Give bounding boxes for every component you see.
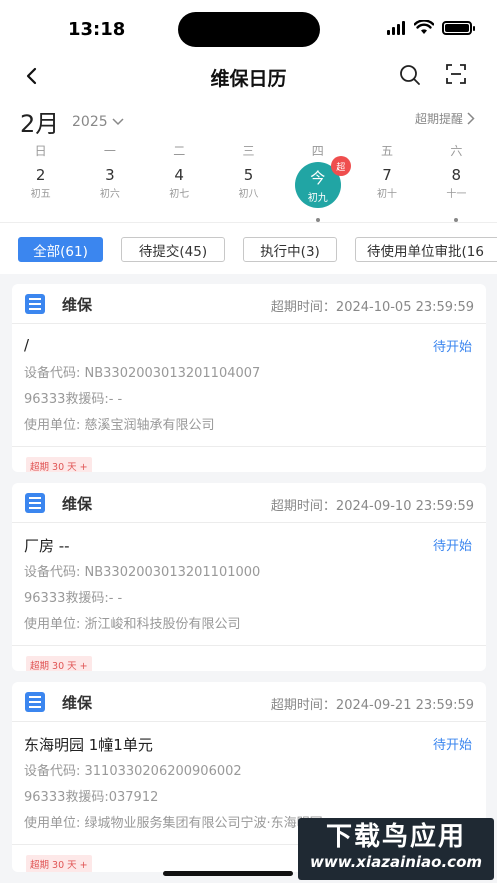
list-icon xyxy=(25,294,45,314)
card-header: 维保 超期时间：2024-09-21 23:59:59 xyxy=(12,682,486,722)
weekday-label: 日 xyxy=(34,144,47,158)
filter-chip-pending-submit[interactable]: 待提交(45) xyxy=(121,237,225,262)
filter-chip-pending-approval[interactable]: 待使用单位审批(16 xyxy=(355,237,497,262)
day-number: 2 xyxy=(35,166,46,184)
using-unit: 使用单位: 慈溪宝润轴承有限公司 xyxy=(24,418,215,433)
weekday-row: 日 一 二 三 四 五 六 xyxy=(6,142,491,159)
signal-icon xyxy=(387,20,405,35)
card-status: 待开始 xyxy=(432,539,472,554)
calendar-day[interactable]: 5 初八 xyxy=(214,162,283,214)
page-title: 维保日历 xyxy=(210,68,287,90)
day-number: 4 xyxy=(174,166,184,184)
calendar-day[interactable]: 2 初五 xyxy=(6,162,75,214)
card-body: 厂房 -- 待开始 设备代码: NB3302003013201101000 96… xyxy=(12,523,486,639)
filter-chip-all[interactable]: 全部(61) xyxy=(18,237,103,262)
card-body: / 待开始 设备代码: NB3302003013201104007 96333救… xyxy=(12,324,486,440)
scan-icon[interactable] xyxy=(445,63,467,85)
card-location: 东海明园 1幢1单元 xyxy=(24,736,153,754)
overdue-reminder-link[interactable]: 超期提醒 xyxy=(415,110,475,127)
weekday-label: 六 xyxy=(450,144,463,158)
card-footer: 超期 30 天 + xyxy=(12,645,486,671)
card-deadline: 超期时间：2024-10-05 23:59:59 xyxy=(270,300,474,315)
card-footer: 超期 30 天 + xyxy=(12,446,486,472)
card-type: 维保 xyxy=(62,495,93,513)
card-type: 维保 xyxy=(62,296,93,314)
card-status: 待开始 xyxy=(432,340,472,355)
rescue-code: 96333救援码:- - xyxy=(24,392,123,407)
day-lunar: 初七 xyxy=(169,189,190,200)
day-number: 今 xyxy=(310,168,326,187)
overdue-tag: 超期 30 天 + xyxy=(26,855,92,872)
device-code: 设备代码: NB3302003013201101000 xyxy=(24,565,261,580)
list-icon xyxy=(25,493,45,513)
day-number: 5 xyxy=(243,166,254,184)
today-highlight: 今 初九 超 xyxy=(294,156,351,208)
day-number: 7 xyxy=(382,166,392,184)
wifi-icon xyxy=(414,20,434,34)
maintenance-card[interactable]: 维保 超期时间：2024-09-10 23:59:59 厂房 -- 待开始 设备… xyxy=(12,483,486,671)
battery-icon xyxy=(442,20,475,35)
card-location: 厂房 -- xyxy=(24,537,70,555)
rescue-code: 96333救援码:- - xyxy=(24,591,123,606)
card-header: 维保 超期时间：2024-09-10 23:59:59 xyxy=(12,483,486,523)
weekday-label: 二 xyxy=(173,144,186,158)
filter-bar: 全部(61) 待提交(45) 执行中(3) 待使用单位审批(16 xyxy=(0,222,497,274)
filter-chip-in-progress[interactable]: 执行中(3) xyxy=(243,237,337,262)
year-label: 2025 xyxy=(72,114,108,130)
home-indicator xyxy=(163,871,293,876)
using-unit: 使用单位: 浙江峻和科技股份有限公司 xyxy=(24,617,241,632)
card-status: 待开始 xyxy=(432,738,472,753)
year-selector[interactable]: 2025 xyxy=(72,114,124,130)
day-lunar: 初六 xyxy=(99,189,120,200)
day-number: 3 xyxy=(105,166,115,184)
chevron-right-icon xyxy=(467,112,475,125)
chevron-down-icon xyxy=(112,118,124,126)
day-lunar: 初五 xyxy=(30,189,51,200)
day-lunar: 十一 xyxy=(446,189,467,200)
overdue-tag: 超期 30 天 + xyxy=(26,656,92,671)
calendar-day-today[interactable]: 今 初九 超 xyxy=(283,156,352,222)
calendar-day[interactable]: 8 十一 xyxy=(422,162,491,222)
card-location: / xyxy=(24,336,30,354)
weekday-label: 一 xyxy=(103,144,116,158)
dynamic-island xyxy=(178,12,320,47)
device-code: 设备代码: 3110330206200906002 xyxy=(24,764,242,779)
overdue-badge: 超 xyxy=(330,156,351,176)
list-icon xyxy=(25,692,45,712)
calendar-day[interactable]: 3 初六 xyxy=(75,162,144,214)
watermark: 下载鸟应用 www.xiazainiao.com xyxy=(298,818,494,880)
day-lunar: 初九 xyxy=(307,192,328,204)
overdue-reminder-label: 超期提醒 xyxy=(414,112,463,126)
day-number: 8 xyxy=(451,166,462,184)
card-deadline: 超期时间：2024-09-21 23:59:59 xyxy=(270,698,474,713)
nav-bar: 维保日历 xyxy=(0,56,497,100)
status-bar: 13:18 xyxy=(0,0,497,56)
maintenance-card[interactable]: 维保 超期时间：2024-10-05 23:59:59 / 待开始 设备代码: … xyxy=(12,284,486,472)
status-icons xyxy=(386,20,475,35)
rescue-code: 96333救援码:037912 xyxy=(24,790,159,805)
search-icon[interactable] xyxy=(398,63,422,87)
card-header: 维保 超期时间：2024-10-05 23:59:59 xyxy=(12,284,486,324)
day-lunar: 初十 xyxy=(377,189,398,200)
calendar-day[interactable]: 4 初七 xyxy=(145,162,214,214)
card-deadline: 超期时间：2024-09-10 23:59:59 xyxy=(270,499,474,514)
watermark-url: www.xiazainiao.com xyxy=(309,853,483,871)
week-calendar: 2月 2025 超期提醒 日 一 二 三 四 五 六 2 初五 3 初六 4 初… xyxy=(0,100,497,222)
month-label: 2月 xyxy=(20,110,60,138)
weekday-label: 三 xyxy=(242,144,255,158)
overdue-tag: 超期 30 天 + xyxy=(26,457,92,472)
card-type: 维保 xyxy=(62,694,93,712)
weekday-label: 五 xyxy=(381,144,394,158)
day-lunar: 初八 xyxy=(238,189,259,200)
calendar-day[interactable]: 7 初十 xyxy=(352,162,421,214)
device-code: 设备代码: NB3302003013201104007 xyxy=(24,366,261,381)
watermark-title: 下载鸟应用 xyxy=(325,822,466,852)
status-time: 13:18 xyxy=(68,19,126,40)
day-row: 2 初五 3 初六 4 初七 5 初八 今 初九 超 7 初十 8 十一 xyxy=(6,156,491,222)
